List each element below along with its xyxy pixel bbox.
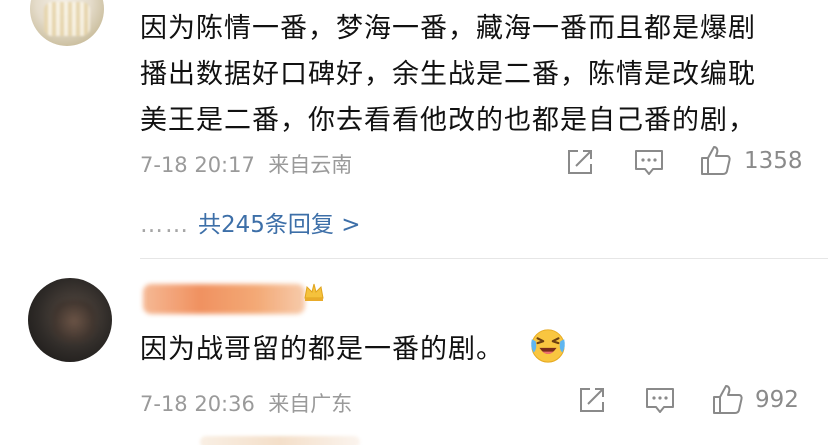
share-button[interactable] — [566, 148, 594, 176]
avatar[interactable] — [28, 278, 112, 362]
reply-meta: 7-18 20:36 来自广东 — [140, 388, 352, 418]
view-replies-link[interactable]: …… 共245条回复 > — [140, 205, 360, 239]
reply-location: 来自广东 — [268, 392, 353, 416]
comment-icon — [646, 388, 674, 413]
share-icon — [580, 388, 604, 412]
comment-button[interactable] — [645, 387, 675, 415]
comment-text-line: 播出数据好口碑好，余生战是二番，陈情是改编耽 — [140, 59, 756, 90]
comment-button[interactable] — [634, 149, 664, 177]
laughing-crying-emoji — [531, 329, 565, 363]
comment-text-line: 美王是二番，你去看看他改的也都是自己番的剧， — [140, 105, 756, 136]
like-count: 992 — [755, 387, 799, 413]
comment-date: 7-18 20:17 — [140, 153, 255, 177]
comment-location: 来自云南 — [268, 153, 353, 177]
like-icon — [701, 146, 731, 175]
like-count: 1358 — [744, 148, 803, 174]
comment-text-line: 因为陈情一番，梦海一番，藏海一番而且都是爆剧 — [140, 13, 756, 44]
like-button[interactable] — [712, 383, 744, 415]
avatar[interactable] — [30, 0, 104, 46]
like-button[interactable] — [700, 144, 732, 176]
username-redacted[interactable] — [143, 278, 325, 320]
weibo-comment-thread: 因为陈情一番，梦海一番，藏海一番而且都是爆剧 播出数据好口碑好，余生战是二番，陈… — [0, 0, 828, 445]
replies-label: 共245条回复 > — [198, 212, 361, 238]
comment-icon — [635, 150, 663, 175]
next-comment-redacted — [200, 436, 360, 445]
crown-icon — [304, 283, 324, 301]
like-icon — [713, 385, 743, 414]
divider — [140, 258, 828, 259]
reply-date: 7-18 20:36 — [140, 392, 255, 416]
share-button[interactable] — [578, 386, 606, 414]
replies-dots: …… — [140, 212, 190, 238]
comment-meta: 7-18 20:17 来自云南 — [140, 149, 352, 179]
reply-text: 因为战哥留的都是一番的剧。 — [140, 334, 504, 365]
share-icon — [568, 150, 592, 174]
